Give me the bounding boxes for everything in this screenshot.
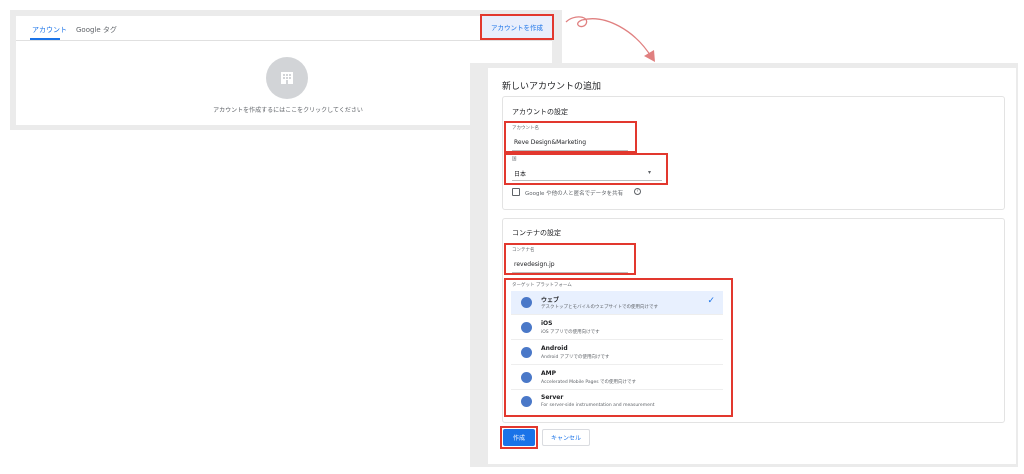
create-account-button[interactable]: アカウントを作成	[480, 14, 554, 40]
dialog-title: 新しいアカウントの追加	[502, 82, 602, 92]
account-settings-title: アカウントの設定	[512, 108, 568, 116]
building-icon[interactable]	[266, 57, 308, 99]
account-name-highlight	[504, 121, 637, 153]
target-platform-highlight	[504, 278, 733, 417]
tab-google-tag[interactable]: Google タグ	[76, 25, 117, 35]
tabs-divider	[16, 40, 552, 41]
annotation-arrow-icon	[565, 16, 655, 62]
container-name-highlight	[504, 243, 636, 275]
country-highlight	[504, 153, 668, 185]
share-data-checkbox[interactable]	[512, 188, 520, 196]
container-settings-title: コンテナの設定	[512, 229, 561, 237]
empty-state-text[interactable]: アカウントを作成するにはここをクリックしてください	[180, 105, 396, 114]
share-data-label: Google や他の人と匿名でデータを共有	[525, 191, 624, 197]
help-icon[interactable]: ?	[634, 188, 641, 195]
tab-account[interactable]: アカウント	[32, 25, 67, 35]
create-button-highlight	[500, 426, 538, 449]
cancel-button[interactable]: キャンセル	[542, 429, 590, 446]
